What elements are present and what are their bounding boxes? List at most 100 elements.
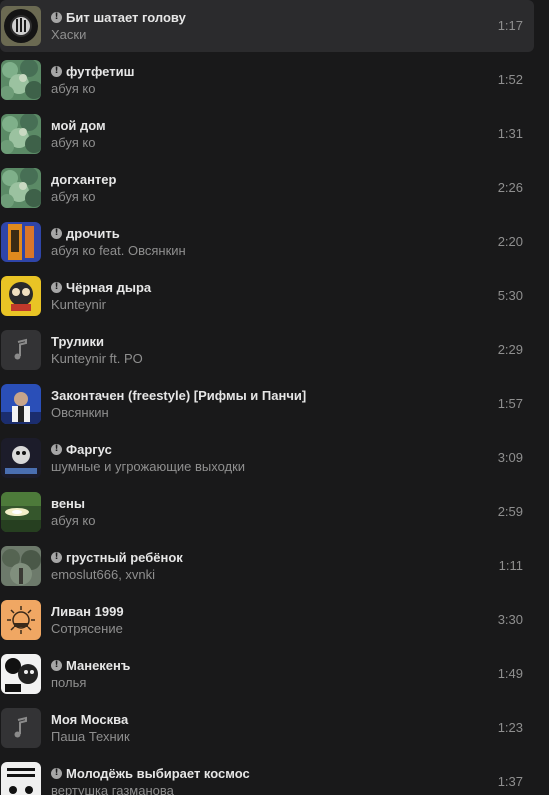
track-cover[interactable]: [1, 384, 41, 424]
track-artist[interactable]: Овсянкин: [51, 405, 109, 420]
track-duration: 2:20: [497, 234, 523, 249]
track-artist[interactable]: Сотрясение: [51, 621, 123, 636]
track-duration: 1:23: [497, 720, 523, 735]
track-row[interactable]: Ливан 1999 Сотрясение 3:30: [0, 594, 534, 646]
explicit-icon: !: [51, 11, 62, 23]
track-artist[interactable]: полья: [51, 675, 86, 690]
track-artist[interactable]: абуя ко feat. Овсянкин: [51, 243, 186, 258]
track-cover[interactable]: [1, 492, 41, 532]
track-artist[interactable]: абуя ко: [51, 135, 95, 150]
track-title[interactable]: грустный ребёнок: [66, 550, 183, 565]
track-artist[interactable]: абуя ко: [51, 513, 95, 528]
track-artist[interactable]: Хаски: [51, 27, 86, 42]
track-row[interactable]: ! футфетиш абуя ко 1:52: [0, 54, 534, 106]
album-cover-image: [1, 492, 41, 532]
track-artist[interactable]: шумные и угрожающие выходки: [51, 459, 245, 474]
explicit-icon: !: [51, 659, 62, 671]
track-row[interactable]: вены абуя ко 2:59: [0, 486, 534, 538]
track-title[interactable]: Фаргус: [66, 442, 112, 457]
album-cover-image: [1, 762, 41, 795]
album-cover-image: [1, 222, 41, 262]
track-artist[interactable]: вертушка газманова: [51, 783, 174, 795]
explicit-icon: !: [51, 767, 62, 779]
track-title[interactable]: Бит шатает голову: [66, 10, 186, 25]
track-duration: 2:29: [497, 342, 523, 357]
track-cover[interactable]: [1, 222, 41, 262]
track-duration: 1:37: [497, 774, 523, 789]
track-row[interactable]: Моя Москва Паша Техник 1:23: [0, 702, 534, 754]
track-title[interactable]: вены: [51, 496, 85, 511]
track-title-line: Трулики: [51, 333, 104, 349]
track-title-line: ! Бит шатает голову: [51, 9, 186, 25]
album-cover-image: [1, 438, 41, 478]
track-cover[interactable]: [1, 6, 41, 46]
track-duration: 1:49: [497, 666, 523, 681]
track-cover[interactable]: [1, 708, 41, 748]
music-note-icon: [1, 330, 41, 370]
track-artist[interactable]: Паша Техник: [51, 729, 130, 744]
track-row[interactable]: Трулики Kunteynir ft. PO 2:29: [0, 324, 534, 376]
track-title[interactable]: Ливан 1999: [51, 604, 124, 619]
track-title[interactable]: Законтачен (freestyle) [Рифмы и Панчи]: [51, 388, 306, 403]
track-cover[interactable]: [1, 762, 41, 795]
track-title-line: ! дрочить: [51, 225, 120, 241]
track-row[interactable]: ! Фаргус шумные и угрожающие выходки 3:0…: [0, 432, 534, 484]
track-title-line: Ливан 1999: [51, 603, 124, 619]
track-artist[interactable]: абуя ко: [51, 81, 95, 96]
track-title[interactable]: дрочить: [66, 226, 120, 241]
track-cover[interactable]: [1, 600, 41, 640]
track-row[interactable]: догхантер абуя ко 2:26: [0, 162, 534, 214]
album-cover-image: [1, 546, 41, 586]
track-row[interactable]: ! Чёрная дыра Kunteynir 5:30: [0, 270, 534, 322]
track-artist[interactable]: Kunteynir ft. PO: [51, 351, 143, 366]
track-title-line: ! грустный ребёнок: [51, 549, 183, 565]
track-cover[interactable]: [1, 168, 41, 208]
track-cover[interactable]: [1, 114, 41, 154]
explicit-icon: !: [51, 443, 62, 455]
explicit-icon: !: [51, 281, 62, 293]
album-cover-image: [1, 600, 41, 640]
track-artist[interactable]: абуя ко: [51, 189, 95, 204]
track-title[interactable]: Трулики: [51, 334, 104, 349]
track-title-line: ! Манекенъ: [51, 657, 130, 673]
track-title[interactable]: Моя Москва: [51, 712, 128, 727]
track-list: ! Бит шатает голову Хаски 1:17 ! футфети…: [0, 0, 549, 795]
track-cover[interactable]: [1, 330, 41, 370]
explicit-icon: !: [51, 65, 62, 77]
track-title[interactable]: мой дом: [51, 118, 106, 133]
music-note-icon: [1, 708, 41, 748]
track-title[interactable]: Чёрная дыра: [66, 280, 151, 295]
track-cover[interactable]: [1, 654, 41, 694]
track-cover[interactable]: [1, 60, 41, 100]
track-title-line: Законтачен (freestyle) [Рифмы и Панчи]: [51, 387, 306, 403]
explicit-icon: !: [51, 551, 62, 563]
track-title[interactable]: Молодёжь выбирает космос: [66, 766, 250, 781]
track-row[interactable]: мой дом абуя ко 1:31: [0, 108, 534, 160]
track-title[interactable]: догхантер: [51, 172, 116, 187]
track-duration: 2:59: [497, 504, 523, 519]
track-duration: 1:11: [498, 558, 523, 573]
track-duration: 5:30: [497, 288, 523, 303]
track-row[interactable]: ! Бит шатает голову Хаски 1:17: [0, 0, 534, 52]
album-cover-image: [1, 276, 41, 316]
track-cover[interactable]: [1, 276, 41, 316]
track-title-line: вены: [51, 495, 85, 511]
track-row[interactable]: ! грустный ребёнок emoslut666, xvnki 1:1…: [0, 540, 534, 592]
track-duration: 1:57: [497, 396, 523, 411]
track-title-line: ! Чёрная дыра: [51, 279, 151, 295]
explicit-icon: !: [51, 227, 62, 239]
album-cover-image: [1, 168, 41, 208]
track-cover[interactable]: [1, 438, 41, 478]
track-duration: 3:30: [497, 612, 523, 627]
track-row[interactable]: ! Молодёжь выбирает космос вертушка газм…: [0, 756, 534, 795]
track-row[interactable]: ! дрочить абуя ко feat. Овсянкин 2:20: [0, 216, 534, 268]
track-cover[interactable]: [1, 546, 41, 586]
track-row[interactable]: ! Манекенъ полья 1:49: [0, 648, 534, 700]
track-duration: 2:26: [497, 180, 523, 195]
track-title[interactable]: Манекенъ: [66, 658, 130, 673]
track-title[interactable]: футфетиш: [66, 64, 134, 79]
album-cover-image: [1, 384, 41, 424]
track-artist[interactable]: emoslut666, xvnki: [51, 567, 155, 582]
track-artist[interactable]: Kunteynir: [51, 297, 106, 312]
track-row[interactable]: Законтачен (freestyle) [Рифмы и Панчи] О…: [0, 378, 534, 430]
